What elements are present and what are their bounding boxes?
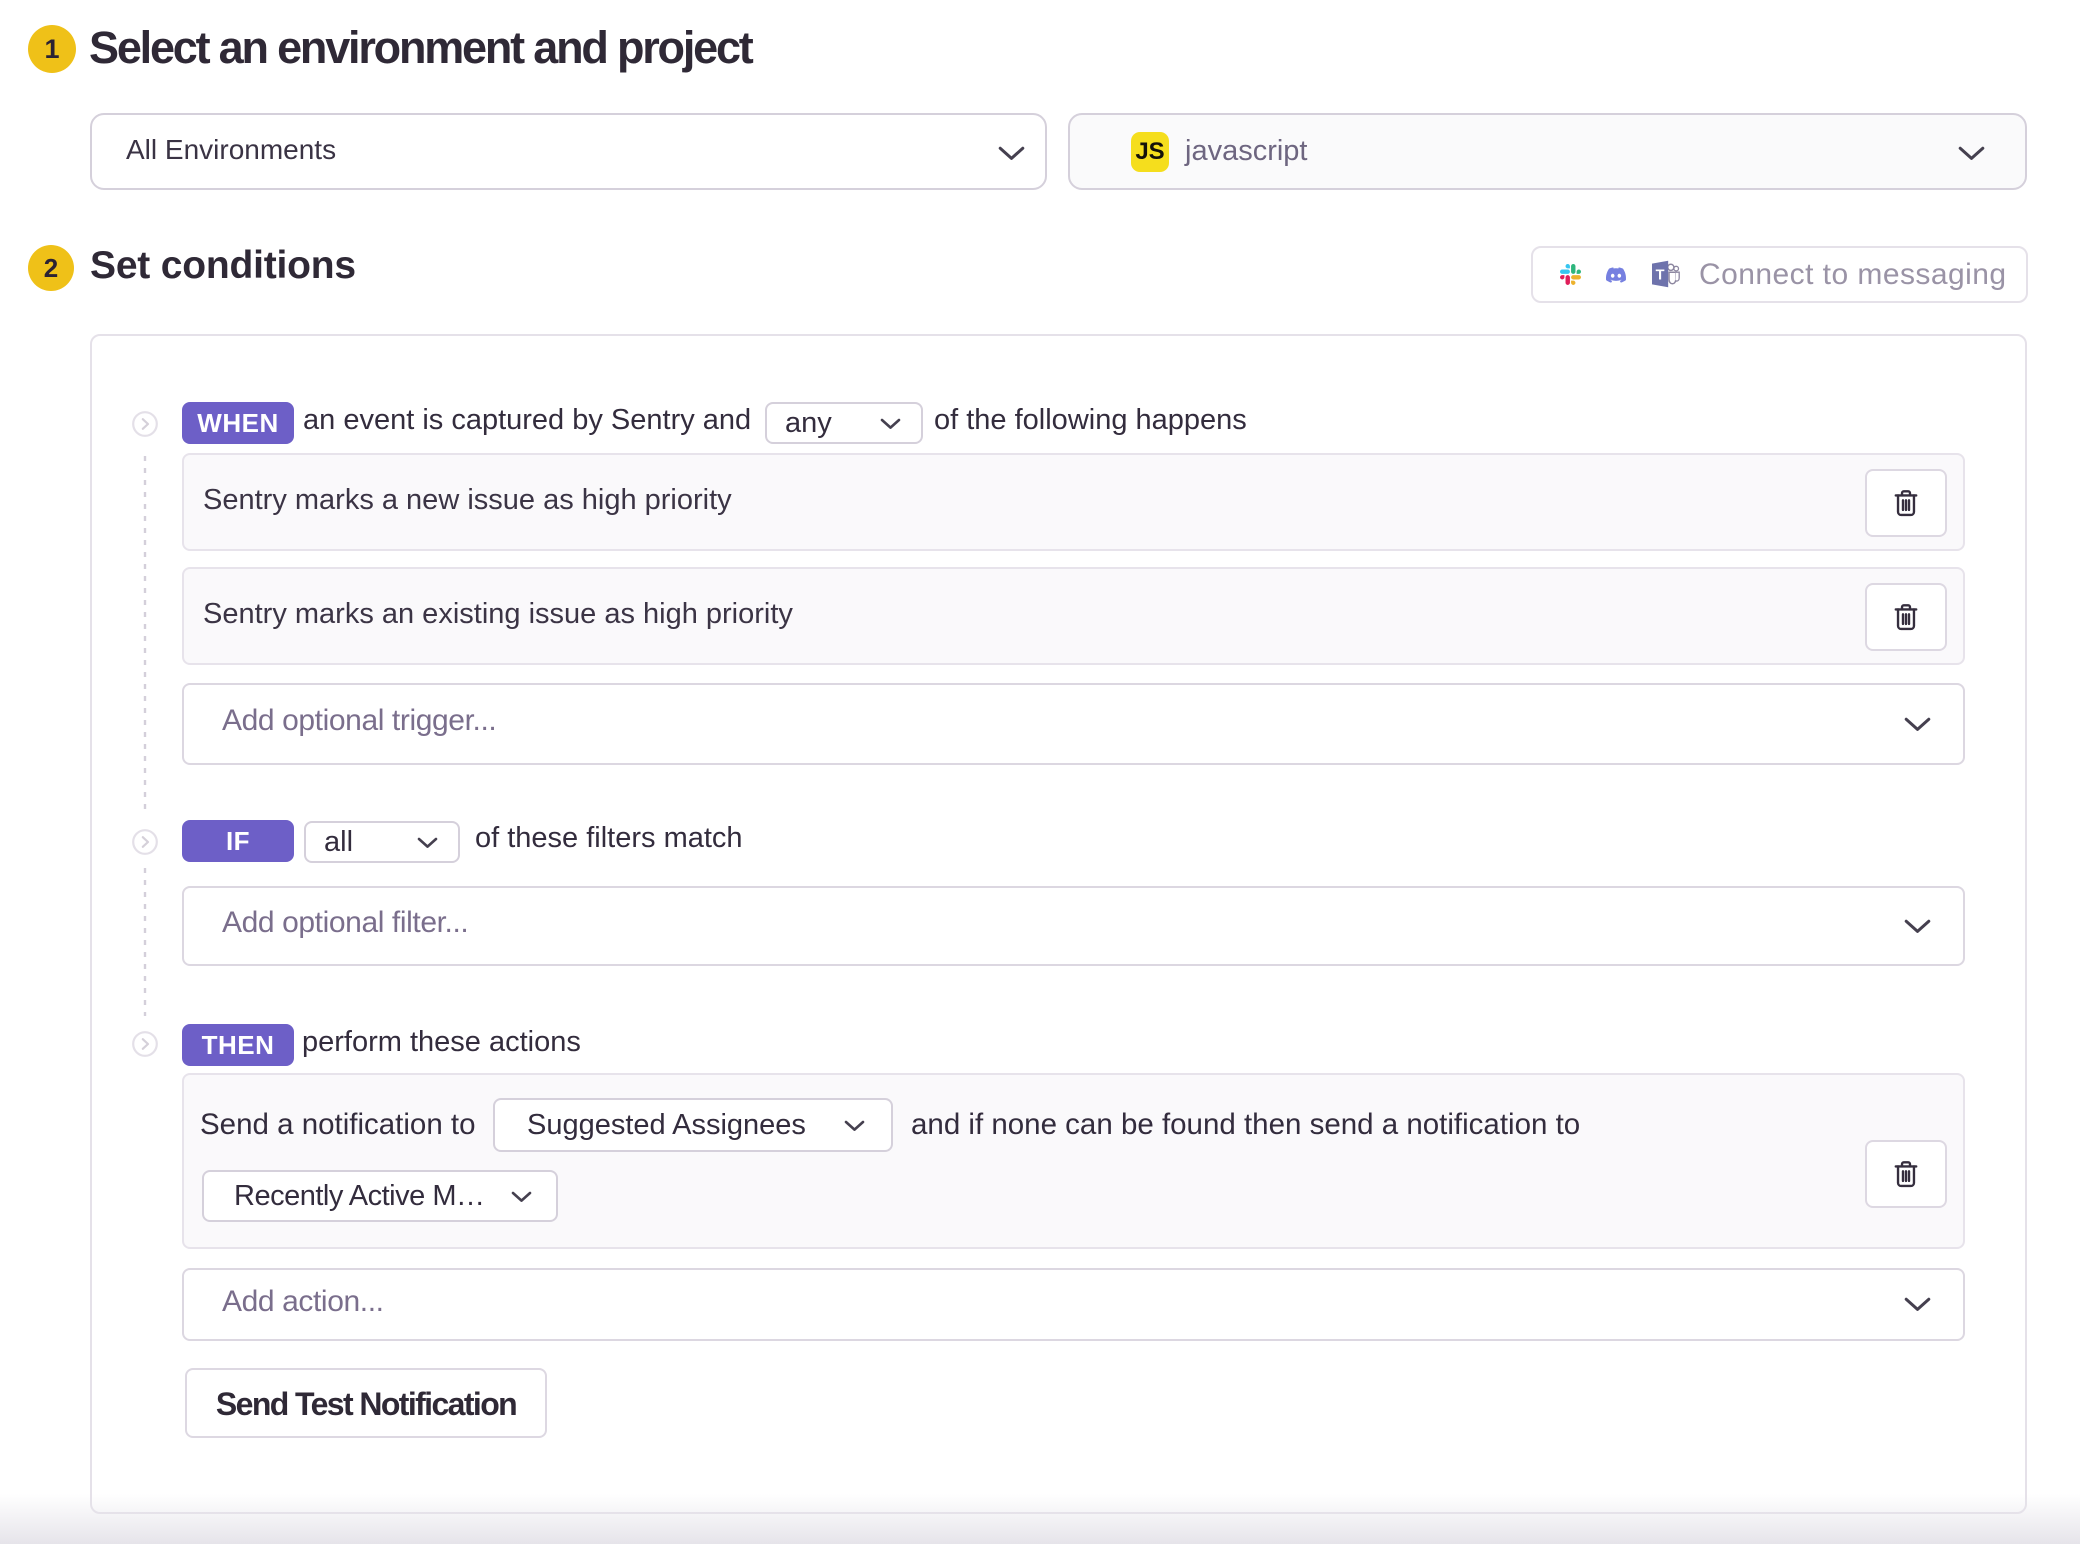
svg-text:T: T	[1656, 268, 1665, 284]
